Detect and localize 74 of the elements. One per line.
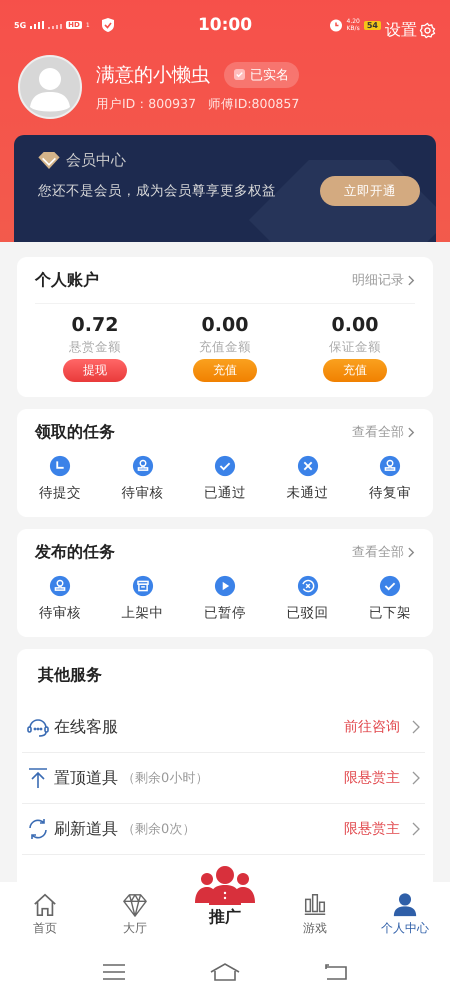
stamp-icon bbox=[49, 575, 71, 597]
chevron-icon bbox=[412, 822, 420, 836]
task-status-item[interactable]: 待审核 bbox=[35, 575, 85, 622]
service-action: 限悬赏主 bbox=[344, 769, 400, 787]
home-icon[interactable] bbox=[210, 963, 240, 981]
section-title: 其他服务 bbox=[37, 664, 103, 686]
menu-icon[interactable] bbox=[102, 964, 125, 980]
service-row[interactable]: 在线客服 前往咨询 bbox=[22, 702, 425, 753]
chevron-icon bbox=[408, 546, 415, 558]
remaining-note: （剩余0次） bbox=[122, 821, 196, 838]
check-icon bbox=[379, 575, 401, 597]
back-icon[interactable] bbox=[325, 964, 348, 980]
amount-label: 悬赏金额 bbox=[69, 339, 121, 356]
box-icon bbox=[132, 575, 154, 597]
refresh-icon bbox=[26, 817, 50, 841]
membership-text: 您还不是会员，成为会员尊享更多权益 bbox=[38, 182, 276, 200]
service-row[interactable]: 置顶道具 （剩余0小时） 限悬赏主 bbox=[22, 753, 425, 804]
user-id: 用户ID：800937 bbox=[96, 96, 196, 112]
diamond-icon bbox=[122, 892, 148, 918]
task-status-item[interactable]: 已下架 bbox=[365, 575, 415, 622]
shield-icon bbox=[102, 18, 114, 32]
tab-item[interactable]: 游戏 bbox=[275, 882, 355, 937]
service-action: 前往咨询 bbox=[344, 718, 400, 736]
task-status-item[interactable]: 待审核 bbox=[118, 455, 168, 502]
remaining-note: （剩余0小时） bbox=[122, 770, 208, 787]
person-icon bbox=[392, 892, 418, 918]
task-status-item[interactable]: 待提交 bbox=[35, 455, 85, 502]
section-title: 个人账户 bbox=[35, 270, 99, 290]
check-icon bbox=[214, 455, 236, 477]
stamp-icon bbox=[132, 455, 154, 477]
chevron-icon bbox=[412, 720, 420, 734]
task-status-item[interactable]: 上架中 bbox=[118, 575, 168, 622]
chevron-icon bbox=[412, 771, 420, 785]
chevron-icon bbox=[408, 426, 415, 438]
amount-value: 0.00 bbox=[202, 314, 248, 336]
task-status-item[interactable]: 待复审 bbox=[365, 455, 415, 502]
reject-icon bbox=[296, 575, 318, 597]
cross-icon bbox=[296, 455, 318, 477]
task-status-item[interactable]: 已驳回 bbox=[282, 575, 332, 622]
clock-time: 10:00 bbox=[198, 15, 252, 35]
alarm-icon bbox=[328, 18, 342, 32]
battery-level: 54 bbox=[364, 20, 381, 30]
membership-title: 会员中心 bbox=[66, 151, 126, 170]
master-id: 师傅ID:800857 bbox=[208, 96, 300, 112]
section-title: 领取的任务 bbox=[35, 422, 115, 442]
settings-icon bbox=[419, 22, 436, 38]
task-status-item[interactable]: 未通过 bbox=[282, 455, 332, 502]
tab-item[interactable]: 大厅 bbox=[95, 882, 175, 937]
bar-chart-icon bbox=[302, 892, 328, 918]
network-label: 5G bbox=[14, 20, 26, 30]
signal-icon bbox=[48, 21, 62, 29]
diamond-icon bbox=[38, 152, 60, 169]
tab-item[interactable]: 推广 bbox=[185, 865, 265, 928]
avatar[interactable] bbox=[18, 55, 82, 119]
task-status-item[interactable]: 已通过 bbox=[200, 455, 250, 502]
chevron-icon bbox=[408, 274, 415, 286]
amount-value: 0.72 bbox=[72, 314, 118, 336]
clock-icon bbox=[49, 455, 71, 477]
signal-icon bbox=[30, 21, 44, 29]
play-icon bbox=[214, 575, 236, 597]
user-name: 满意的小懒虫 bbox=[96, 62, 210, 88]
tab-item[interactable]: 首页 bbox=[5, 882, 85, 937]
amount-value: 0.00 bbox=[332, 314, 378, 336]
arrow-up-icon bbox=[26, 766, 50, 790]
stamp-icon bbox=[379, 455, 401, 477]
section-title: 发布的任务 bbox=[35, 542, 115, 562]
tab-item[interactable]: 个人中心 bbox=[365, 882, 445, 937]
task-status-item[interactable]: 已暂停 bbox=[200, 575, 250, 622]
service-action: 限悬赏主 bbox=[344, 820, 400, 838]
verified-badge: 已实名 bbox=[224, 62, 299, 88]
amount-label: 保证金额 bbox=[329, 339, 381, 356]
amount-label: 充值金额 bbox=[199, 339, 251, 356]
home-icon bbox=[32, 892, 58, 918]
service-row[interactable]: 刷新道具 （剩余0次） 限悬赏主 bbox=[22, 804, 425, 855]
